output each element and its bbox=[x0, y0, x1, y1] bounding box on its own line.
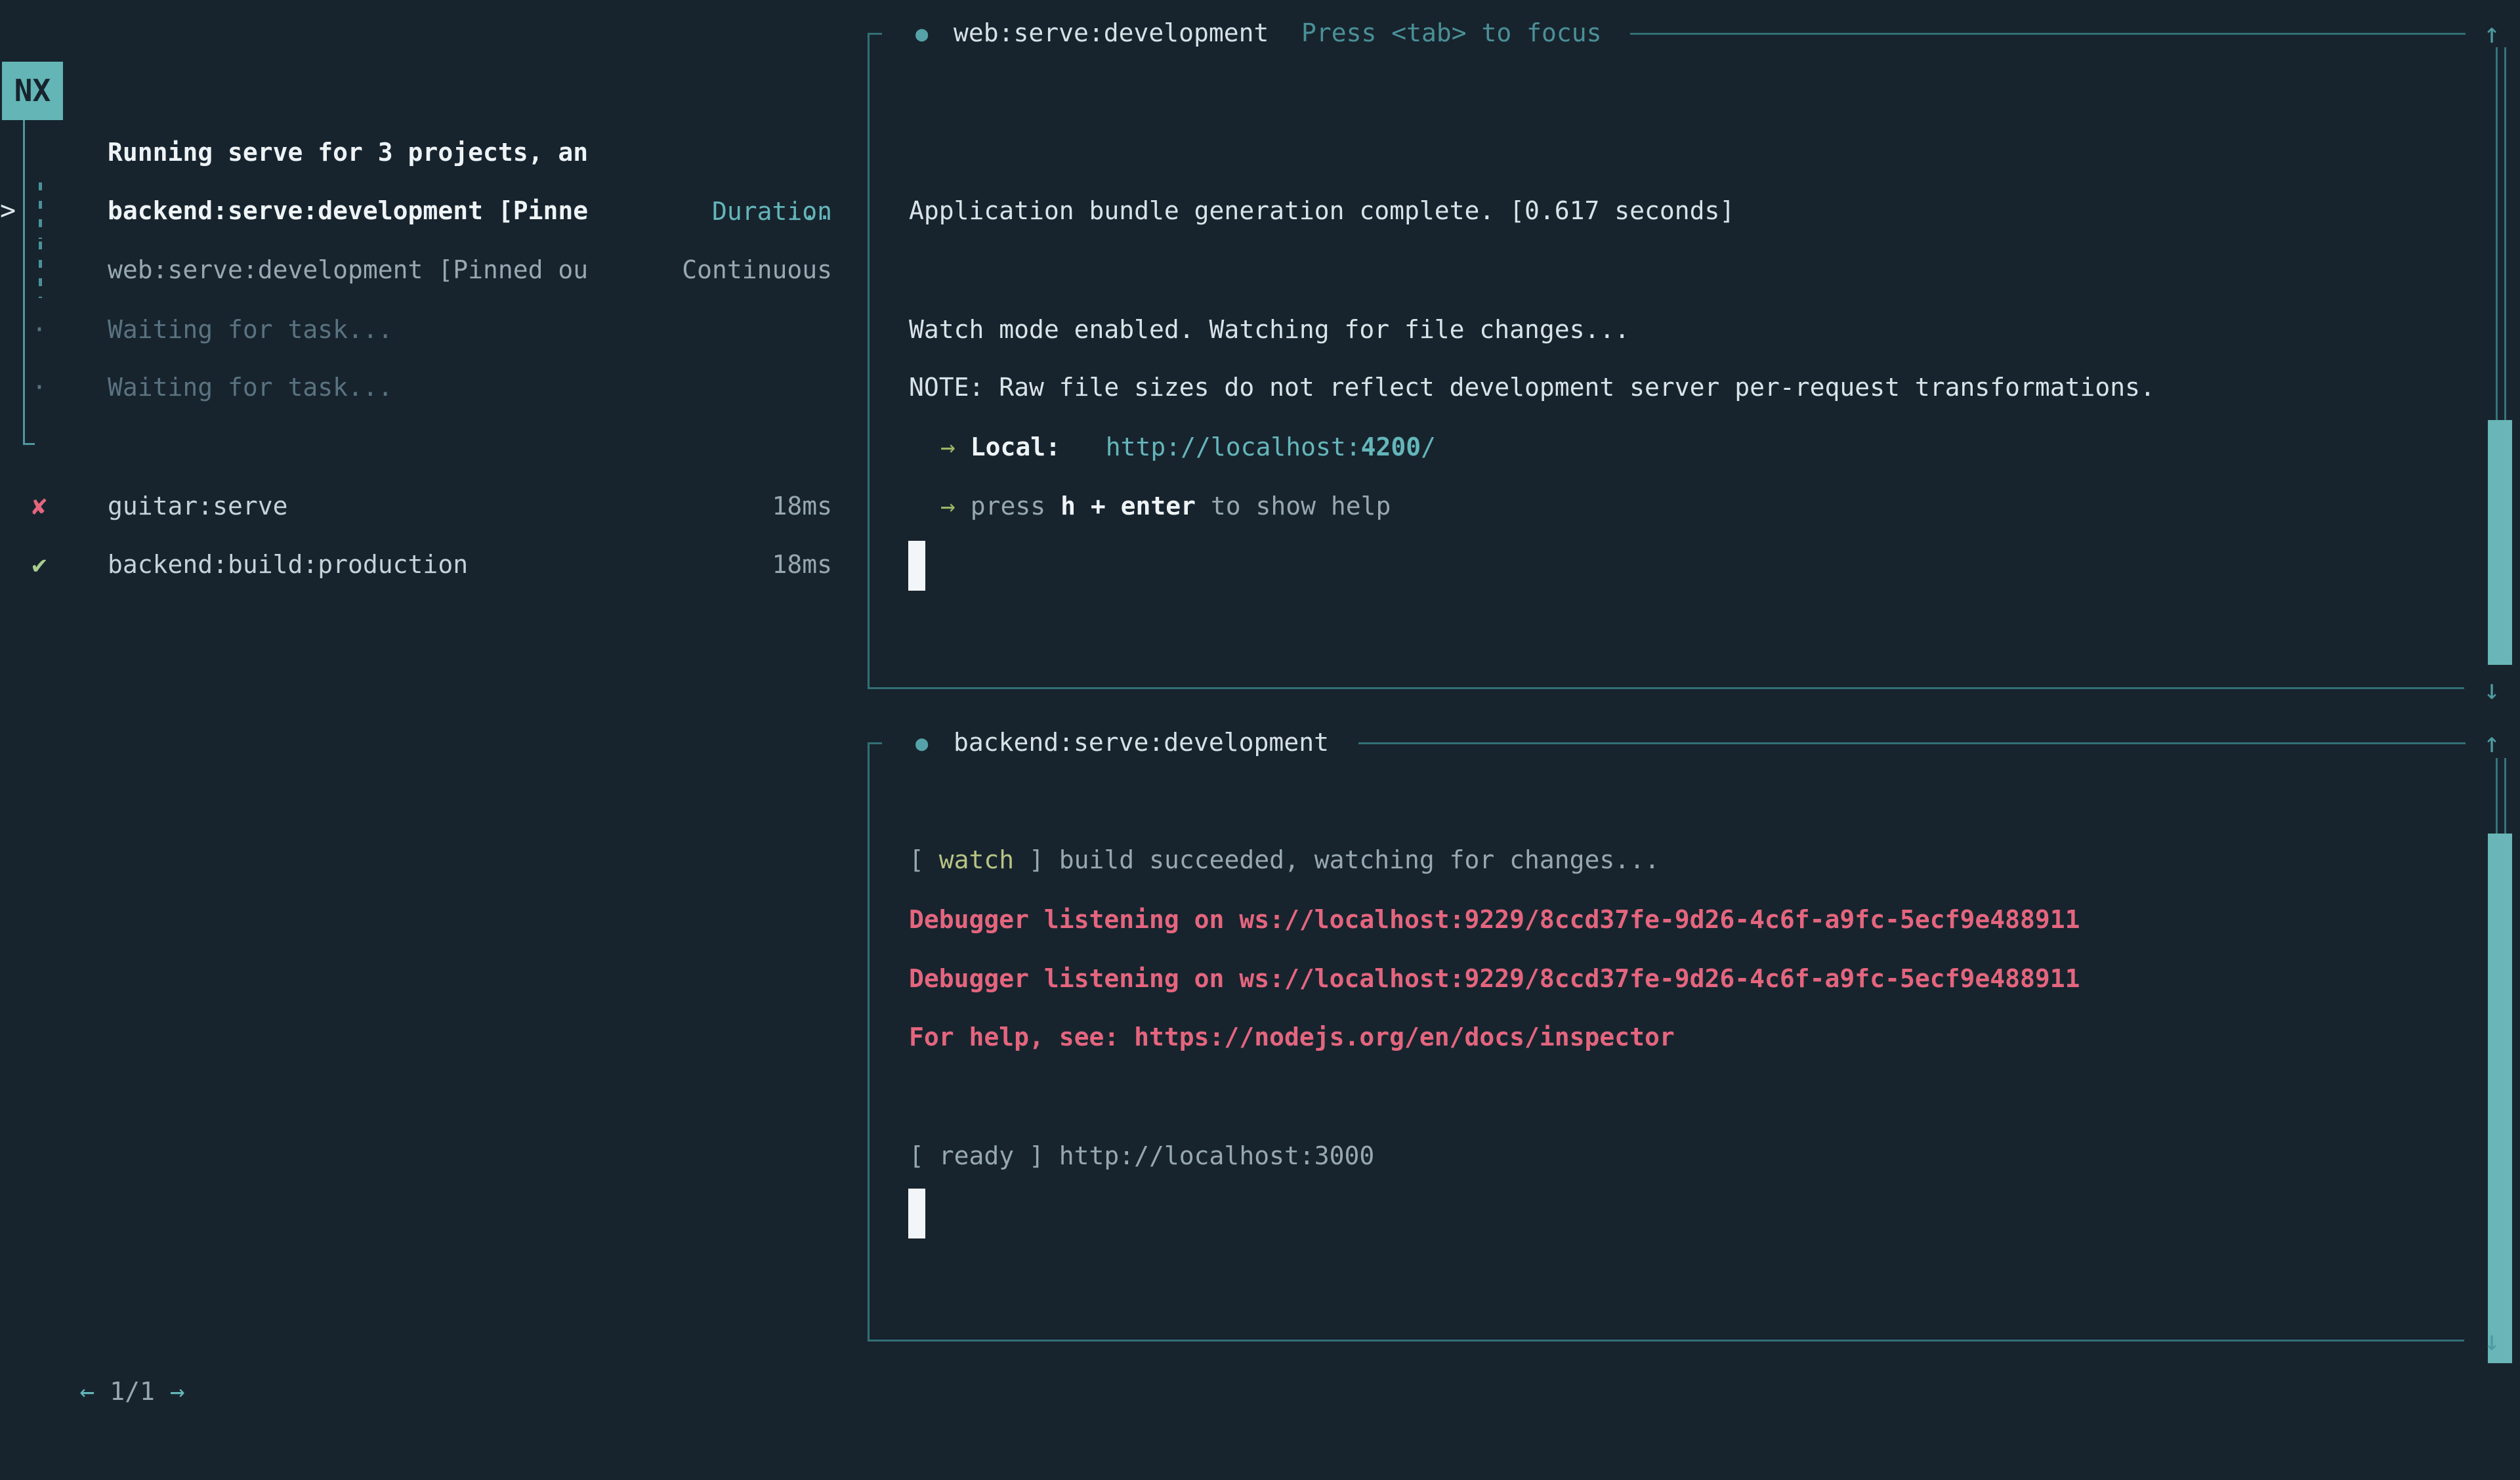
pane-output-lines: [ watch ] build succeeded, watching for … bbox=[860, 709, 2520, 1418]
task-row[interactable]: web:serve:development [Pinned ou Continuo… bbox=[0, 240, 833, 299]
scrollbar-track[interactable] bbox=[2496, 47, 2506, 420]
output-line: [ watch ] build succeeded, watching for … bbox=[909, 830, 1660, 889]
terminal-cursor bbox=[908, 541, 925, 591]
task-row[interactable]: · Waiting for task... bbox=[0, 300, 833, 359]
page-number: 1/1 bbox=[110, 1377, 155, 1406]
scroll-down-icon[interactable]: ↓ bbox=[2472, 670, 2511, 709]
task-name: web:serve:development [Pinned ou bbox=[108, 240, 588, 299]
task-status-value: ... bbox=[787, 181, 832, 240]
output-segment: http://localhost: bbox=[1106, 433, 1361, 461]
task-name: guitar:serve bbox=[108, 476, 288, 536]
output-segment: [ ready ] http://localhost:3000 bbox=[909, 1141, 1374, 1170]
task-name: Waiting for task... bbox=[108, 358, 393, 417]
output-line: NOTE: Raw file sizes do not reflect deve… bbox=[909, 358, 2155, 417]
scroll-up-icon[interactable]: ↑ bbox=[2472, 723, 2511, 763]
output-segment: Watch mode enabled. Watching for file ch… bbox=[909, 315, 1629, 344]
output-line: Debugger listening on ws://localhost:922… bbox=[909, 890, 2080, 949]
output-segment: Debugger listening on ws://localhost:922… bbox=[909, 964, 2080, 993]
output-segment: → bbox=[940, 492, 956, 520]
task-row[interactable]: · Waiting for task... bbox=[0, 358, 833, 417]
output-segment: build succeeded, watching for changes... bbox=[1059, 845, 1660, 874]
output-segment: For help, see: https://nodejs.org/en/doc… bbox=[909, 1023, 1675, 1051]
scroll-down-icon[interactable]: ↓ bbox=[2472, 1321, 2511, 1361]
waiting-dot-icon: · bbox=[20, 358, 59, 417]
output-segment: to show help bbox=[1196, 492, 1391, 520]
terminal-cursor bbox=[908, 1189, 925, 1238]
output-segment: → bbox=[940, 433, 956, 461]
output-line: For help, see: https://nodejs.org/en/doc… bbox=[909, 1007, 1675, 1067]
task-name: Waiting for task... bbox=[108, 300, 393, 359]
output-segment: [ bbox=[909, 845, 939, 874]
output-segment bbox=[956, 492, 971, 520]
scrollbar-thumb[interactable] bbox=[2488, 834, 2512, 1363]
success-check-icon: ✔ bbox=[20, 535, 59, 594]
task-status-value: 18ms bbox=[772, 535, 832, 594]
sidebar: NX Running serve for 3 projects, an Dura… bbox=[0, 0, 873, 1418]
output-segment: watch bbox=[939, 845, 1014, 874]
output-pane-web[interactable]: ● web:serve:development Press <tab> to f… bbox=[860, 0, 2520, 722]
waiting-dot-icon: · bbox=[20, 300, 59, 359]
page-right-arrow[interactable]: → bbox=[170, 1377, 185, 1406]
scrollbar-track[interactable] bbox=[2496, 758, 2506, 834]
output-segment: Local: bbox=[971, 433, 1060, 461]
task-status-value: 18ms bbox=[772, 476, 832, 536]
task-status-value: Continuous bbox=[682, 240, 832, 299]
output-segment: h + enter bbox=[1060, 492, 1196, 520]
output-segment: NOTE: Raw file sizes do not reflect deve… bbox=[909, 373, 2155, 402]
output-pane-backend[interactable]: ● backend:serve:development [ watch ] bu… bbox=[860, 709, 2520, 1418]
output-line: → press h + enter to show help bbox=[940, 476, 1391, 536]
output-line: [ ready ] http://localhost:3000 bbox=[909, 1126, 1374, 1185]
running-task-indicator-icon bbox=[39, 182, 42, 239]
output-segment bbox=[956, 433, 971, 461]
running-task-indicator-icon bbox=[39, 242, 42, 298]
output-line: Application bundle generation complete. … bbox=[909, 181, 1734, 240]
task-row[interactable]: > backend:serve:development [Pinne... bbox=[0, 181, 833, 240]
task-name: backend:serve:development [Pinne bbox=[108, 181, 588, 240]
output-line: Debugger listening on ws://localhost:922… bbox=[909, 949, 2080, 1008]
output-segment: / bbox=[1421, 433, 1436, 461]
task-rows: >backend:serve:development [Pinne...web:… bbox=[0, 0, 833, 1418]
task-row[interactable]: ✘ guitar:serve 18ms bbox=[0, 476, 833, 536]
output-segment: Application bundle generation complete. … bbox=[909, 196, 1734, 225]
pane-output-lines: Application bundle generation complete. … bbox=[860, 0, 2520, 722]
output-segment bbox=[1060, 433, 1106, 461]
output-line: Watch mode enabled. Watching for file ch… bbox=[909, 300, 1629, 359]
pagination: ← 1/1 → bbox=[20, 1303, 185, 1362]
selection-caret-icon: > bbox=[0, 181, 26, 240]
task-row[interactable]: ✔ backend:build:production 18ms bbox=[0, 535, 833, 594]
output-segment: press bbox=[971, 492, 1060, 520]
page-indicator bbox=[94, 1377, 110, 1406]
output-segment: 4200 bbox=[1361, 433, 1421, 461]
output-segment: ] bbox=[1014, 845, 1059, 874]
failed-cross-icon: ✘ bbox=[20, 476, 59, 536]
scrollbar-thumb[interactable] bbox=[2488, 420, 2512, 665]
page-left-arrow[interactable]: ← bbox=[80, 1377, 95, 1406]
output-line: → Local: http://localhost:4200/ bbox=[940, 417, 1436, 476]
task-name: backend:build:production bbox=[108, 535, 468, 594]
output-segment: Debugger listening on ws://localhost:922… bbox=[909, 905, 2080, 934]
